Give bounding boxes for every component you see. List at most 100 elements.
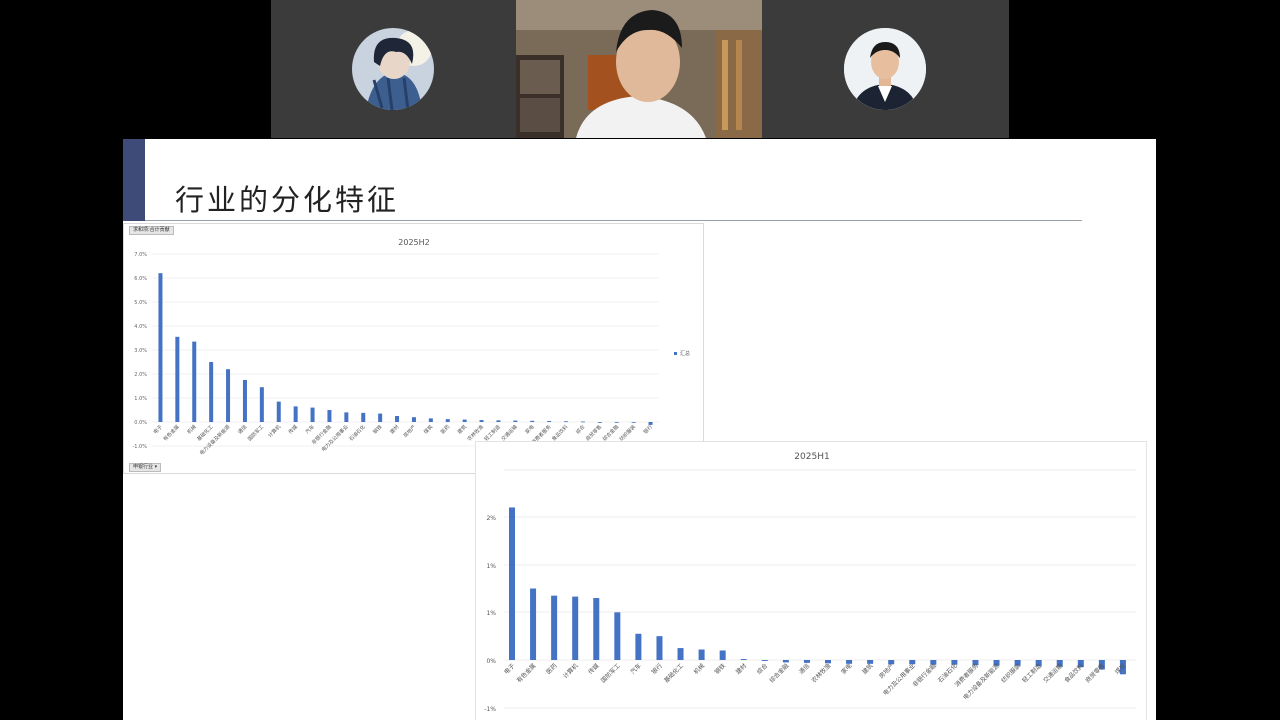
x-tick-label: 纺织服装 xyxy=(618,423,637,442)
bar xyxy=(192,341,197,422)
x-tick-label: 计算机 xyxy=(267,423,283,439)
x-tick-label: 基础化工 xyxy=(662,662,685,685)
y-tick-label: 5.0% xyxy=(134,300,147,306)
x-tick-label: 建筑 xyxy=(456,423,468,435)
x-tick-label: 通信 xyxy=(797,662,811,676)
y-tick-label: 0% xyxy=(486,658,496,665)
participant-tile-right[interactable] xyxy=(762,0,1009,138)
bar xyxy=(656,636,663,660)
pivot-axis-filter-button[interactable]: 申银行业 ▾ xyxy=(129,463,162,472)
bar xyxy=(327,410,332,422)
x-tick-label: 商贸零售 xyxy=(584,423,603,442)
x-tick-label: 轻工制造 xyxy=(483,423,502,442)
x-tick-label: 食品饮料 xyxy=(550,423,569,442)
x-tick-label: 通信 xyxy=(236,423,248,435)
participant-tile-presenter[interactable] xyxy=(516,0,762,138)
bar xyxy=(698,649,705,660)
x-tick-label: 家电 xyxy=(839,662,853,676)
x-tick-label: 钢铁 xyxy=(372,423,384,435)
bar xyxy=(479,420,484,422)
presenter-video xyxy=(516,0,762,138)
bar xyxy=(175,336,180,422)
x-tick-label: 家电 xyxy=(524,423,536,435)
x-tick-label: 汽车 xyxy=(304,423,316,435)
y-tick-label: -1% xyxy=(484,706,496,713)
x-tick-label: 房地产 xyxy=(877,662,895,680)
x-tick-label: 传媒 xyxy=(287,423,299,435)
bar xyxy=(740,659,747,660)
pivot-value-field-button[interactable]: 求和项:合计贡献 xyxy=(129,226,174,235)
y-tick-label: 2.0% xyxy=(134,372,147,378)
x-tick-label: 钢铁 xyxy=(713,662,727,676)
bar xyxy=(344,412,349,422)
x-tick-label: 食品饮料 xyxy=(1063,662,1086,685)
bar xyxy=(597,422,602,423)
x-tick-label: 纺织服装 xyxy=(999,662,1022,685)
chart-2025h2-plot: 2025H2 7.0% 6.0% 5.0% 4.0% 3.0% 2.0% 1.0% 0.0% -1… xyxy=(132,238,690,457)
bar xyxy=(631,422,636,423)
bar xyxy=(293,406,298,422)
slide-accent-bar xyxy=(123,139,145,221)
x-tick-label: 交通运输 xyxy=(500,423,519,442)
x-tick-label: 综合 xyxy=(755,662,769,676)
y-tick-label: -1.0% xyxy=(132,444,147,450)
x-tick-label: 建材 xyxy=(388,423,400,435)
x-tick-label: 国防军工 xyxy=(246,423,265,442)
bar xyxy=(209,362,214,422)
title-divider xyxy=(145,220,1082,221)
x-tick-label: 电力设备及新能源 xyxy=(198,423,231,456)
x-tick-label: 机械 xyxy=(692,662,706,676)
y-tick-label: 4.0% xyxy=(134,324,147,330)
y-tick-label: 1% xyxy=(486,610,496,617)
profile-photo-avatar xyxy=(844,28,926,110)
bar xyxy=(761,660,768,661)
x-tick-label: 有色金属 xyxy=(162,423,181,442)
x-tick-label: 农林牧渔 xyxy=(466,423,485,442)
bar xyxy=(428,418,433,422)
x-tick-label: 建筑 xyxy=(860,662,874,676)
bar xyxy=(614,612,621,660)
slide-title: 行业的分化特征 xyxy=(175,183,400,217)
anime-avatar-image xyxy=(352,28,434,110)
bar xyxy=(530,588,537,660)
x-tick-label: 银行 xyxy=(650,662,664,676)
bar xyxy=(635,633,642,660)
bar xyxy=(158,273,163,422)
y-tick-label: 1.0% xyxy=(134,396,147,402)
bar xyxy=(509,507,515,660)
y-tick-label: 1% xyxy=(486,563,496,570)
x-tick-label: 传媒 xyxy=(587,662,601,676)
bar xyxy=(361,412,366,422)
bar xyxy=(513,420,518,422)
chart-2025h1-plot: 2025H1 2% 1% 1% 0% -1% 电子 有色金属 医药 计算机 传媒 国防军工 汽车 银行 基础… xyxy=(484,452,1136,713)
participant-tile-left[interactable] xyxy=(271,0,516,138)
shared-slide: 行业的分化特征 求和项:合计贡献 2025H2 7.0% 6.0% 5.0% 4.0% 3… xyxy=(123,139,1156,720)
x-tick-label: 电力设备及新能源 xyxy=(961,662,1001,702)
x-tick-label: 计算机 xyxy=(561,662,579,680)
bar xyxy=(614,422,619,423)
bar xyxy=(242,380,247,422)
chart-2025h2: 求和项:合计贡献 2025H2 7.0% 6.0% 5.0% 4.0% 3.0% 2.0% 1… xyxy=(123,223,704,474)
filter-dropdown-icon: ▾ xyxy=(154,464,158,470)
bar xyxy=(395,416,400,422)
x-tick-label: 轻工制造 xyxy=(1020,662,1043,685)
chart-title: 2025H2 xyxy=(398,238,429,247)
pivot-axis-filter-label: 申银行业 xyxy=(133,464,154,470)
x-tick-label: 综合 xyxy=(574,423,586,435)
x-tick-label: 房地产 xyxy=(402,423,418,439)
bar xyxy=(677,648,684,660)
bar xyxy=(564,421,569,423)
bar xyxy=(593,598,600,660)
bar xyxy=(551,595,558,660)
bar xyxy=(530,420,535,422)
x-tick-label: 国防军工 xyxy=(599,662,622,685)
bar xyxy=(496,420,501,422)
chart-2025h1: 2025H1 2% 1% 1% 0% -1% 电子 有色金属 医药 计算机 传媒 国防军工 汽车 银行 基础… xyxy=(475,441,1147,720)
x-tick-label: 汽车 xyxy=(629,662,643,676)
x-tick-label: 有色金属 xyxy=(515,662,538,685)
x-tick-label: 综合金融 xyxy=(768,662,791,685)
bar xyxy=(719,650,726,660)
y-tick-label: 2% xyxy=(486,515,496,522)
bar xyxy=(803,660,810,663)
bar xyxy=(378,413,383,422)
